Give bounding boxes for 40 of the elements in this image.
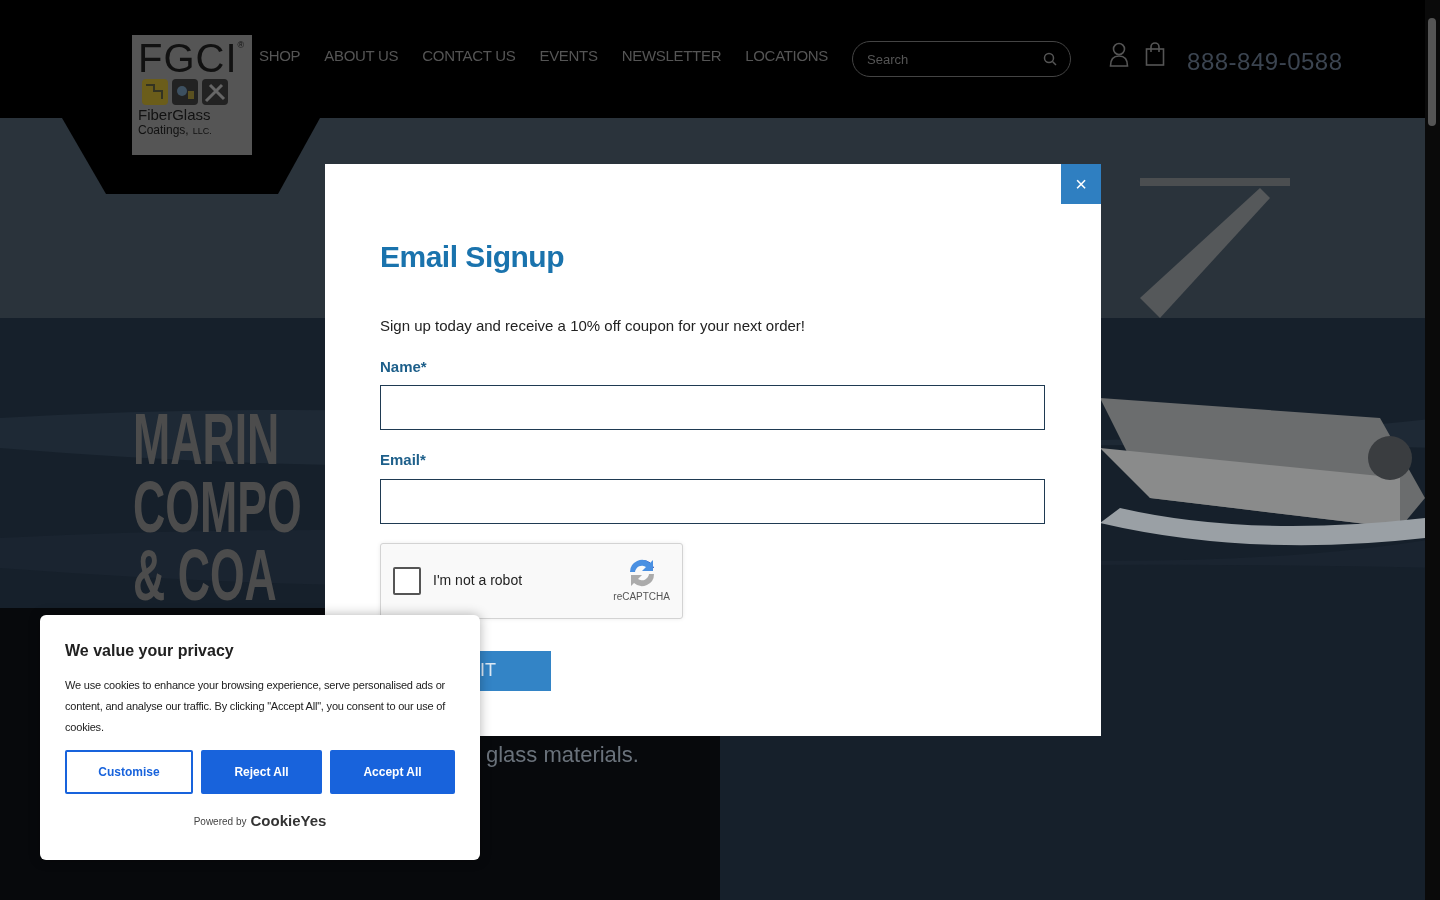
input-field[interactable] [380,478,1045,524]
close-button[interactable]: × [1061,164,1101,204]
input-field[interactable] [380,385,1045,430]
search-field[interactable]: Search [852,41,1072,77]
registered-mark: ® [237,39,245,52]
captcha-label: I'm not a robot [433,571,523,590]
nav-link[interactable]: SHOP [259,45,301,68]
scrollbar[interactable] [1425,0,1440,900]
nav-link[interactable]: LOCATIONS [745,45,829,68]
hero-tagline: glass materials. [486,741,639,769]
resin-can-icon [172,79,198,105]
logo-text: LLC. [192,125,212,138]
tools-icon [202,79,228,105]
phone-link[interactable]: 888-849-0588 [1187,44,1343,80]
cookie-text: We use cookies to enhance your browsing experience, serve personalised ads or content, and analyse our traffic. By clicking "Accept All", you consent to our use of cookies. [65,678,447,735]
powered-by-text: Powered by [193,814,247,829]
brand-logo: CookieYes [250,811,327,831]
checkbox[interactable] [393,566,421,595]
nav-link[interactable]: NEWSLETTER [621,45,722,68]
cookie-button[interactable]: Reject All [201,750,322,794]
fiber-weave-icon [142,79,168,105]
logo[interactable]: FGCI® FiberGlass Coatings, LLC. [132,35,252,155]
user-icon[interactable] [1109,42,1130,67]
cookie-title: We value your privacy [65,641,235,661]
cookie-button[interactable]: Accept All [330,750,455,794]
captcha-brand: reCAPTCHA [613,590,670,604]
scrollbar-thumb[interactable] [1428,18,1436,126]
logo-text: FiberGlass [138,107,212,123]
shopping-bag-icon[interactable] [1145,42,1166,67]
nav-link[interactable]: ABOUT US [324,45,399,68]
field-label: Name* [380,356,428,377]
logo-text: Coatings, [138,123,189,137]
nav-link[interactable]: CONTACT US [422,45,516,68]
modal-title: Email Signup [380,239,566,275]
search-icon[interactable] [1043,52,1058,66]
field-label: Email* [380,450,427,470]
customise-button[interactable]: Customise [65,750,193,794]
intro-text: Sign up today and receive a 10% off coupon for your next order! [380,316,806,336]
logo-text: FGCI [138,39,238,77]
nav-link[interactable]: EVENTS [539,45,598,68]
